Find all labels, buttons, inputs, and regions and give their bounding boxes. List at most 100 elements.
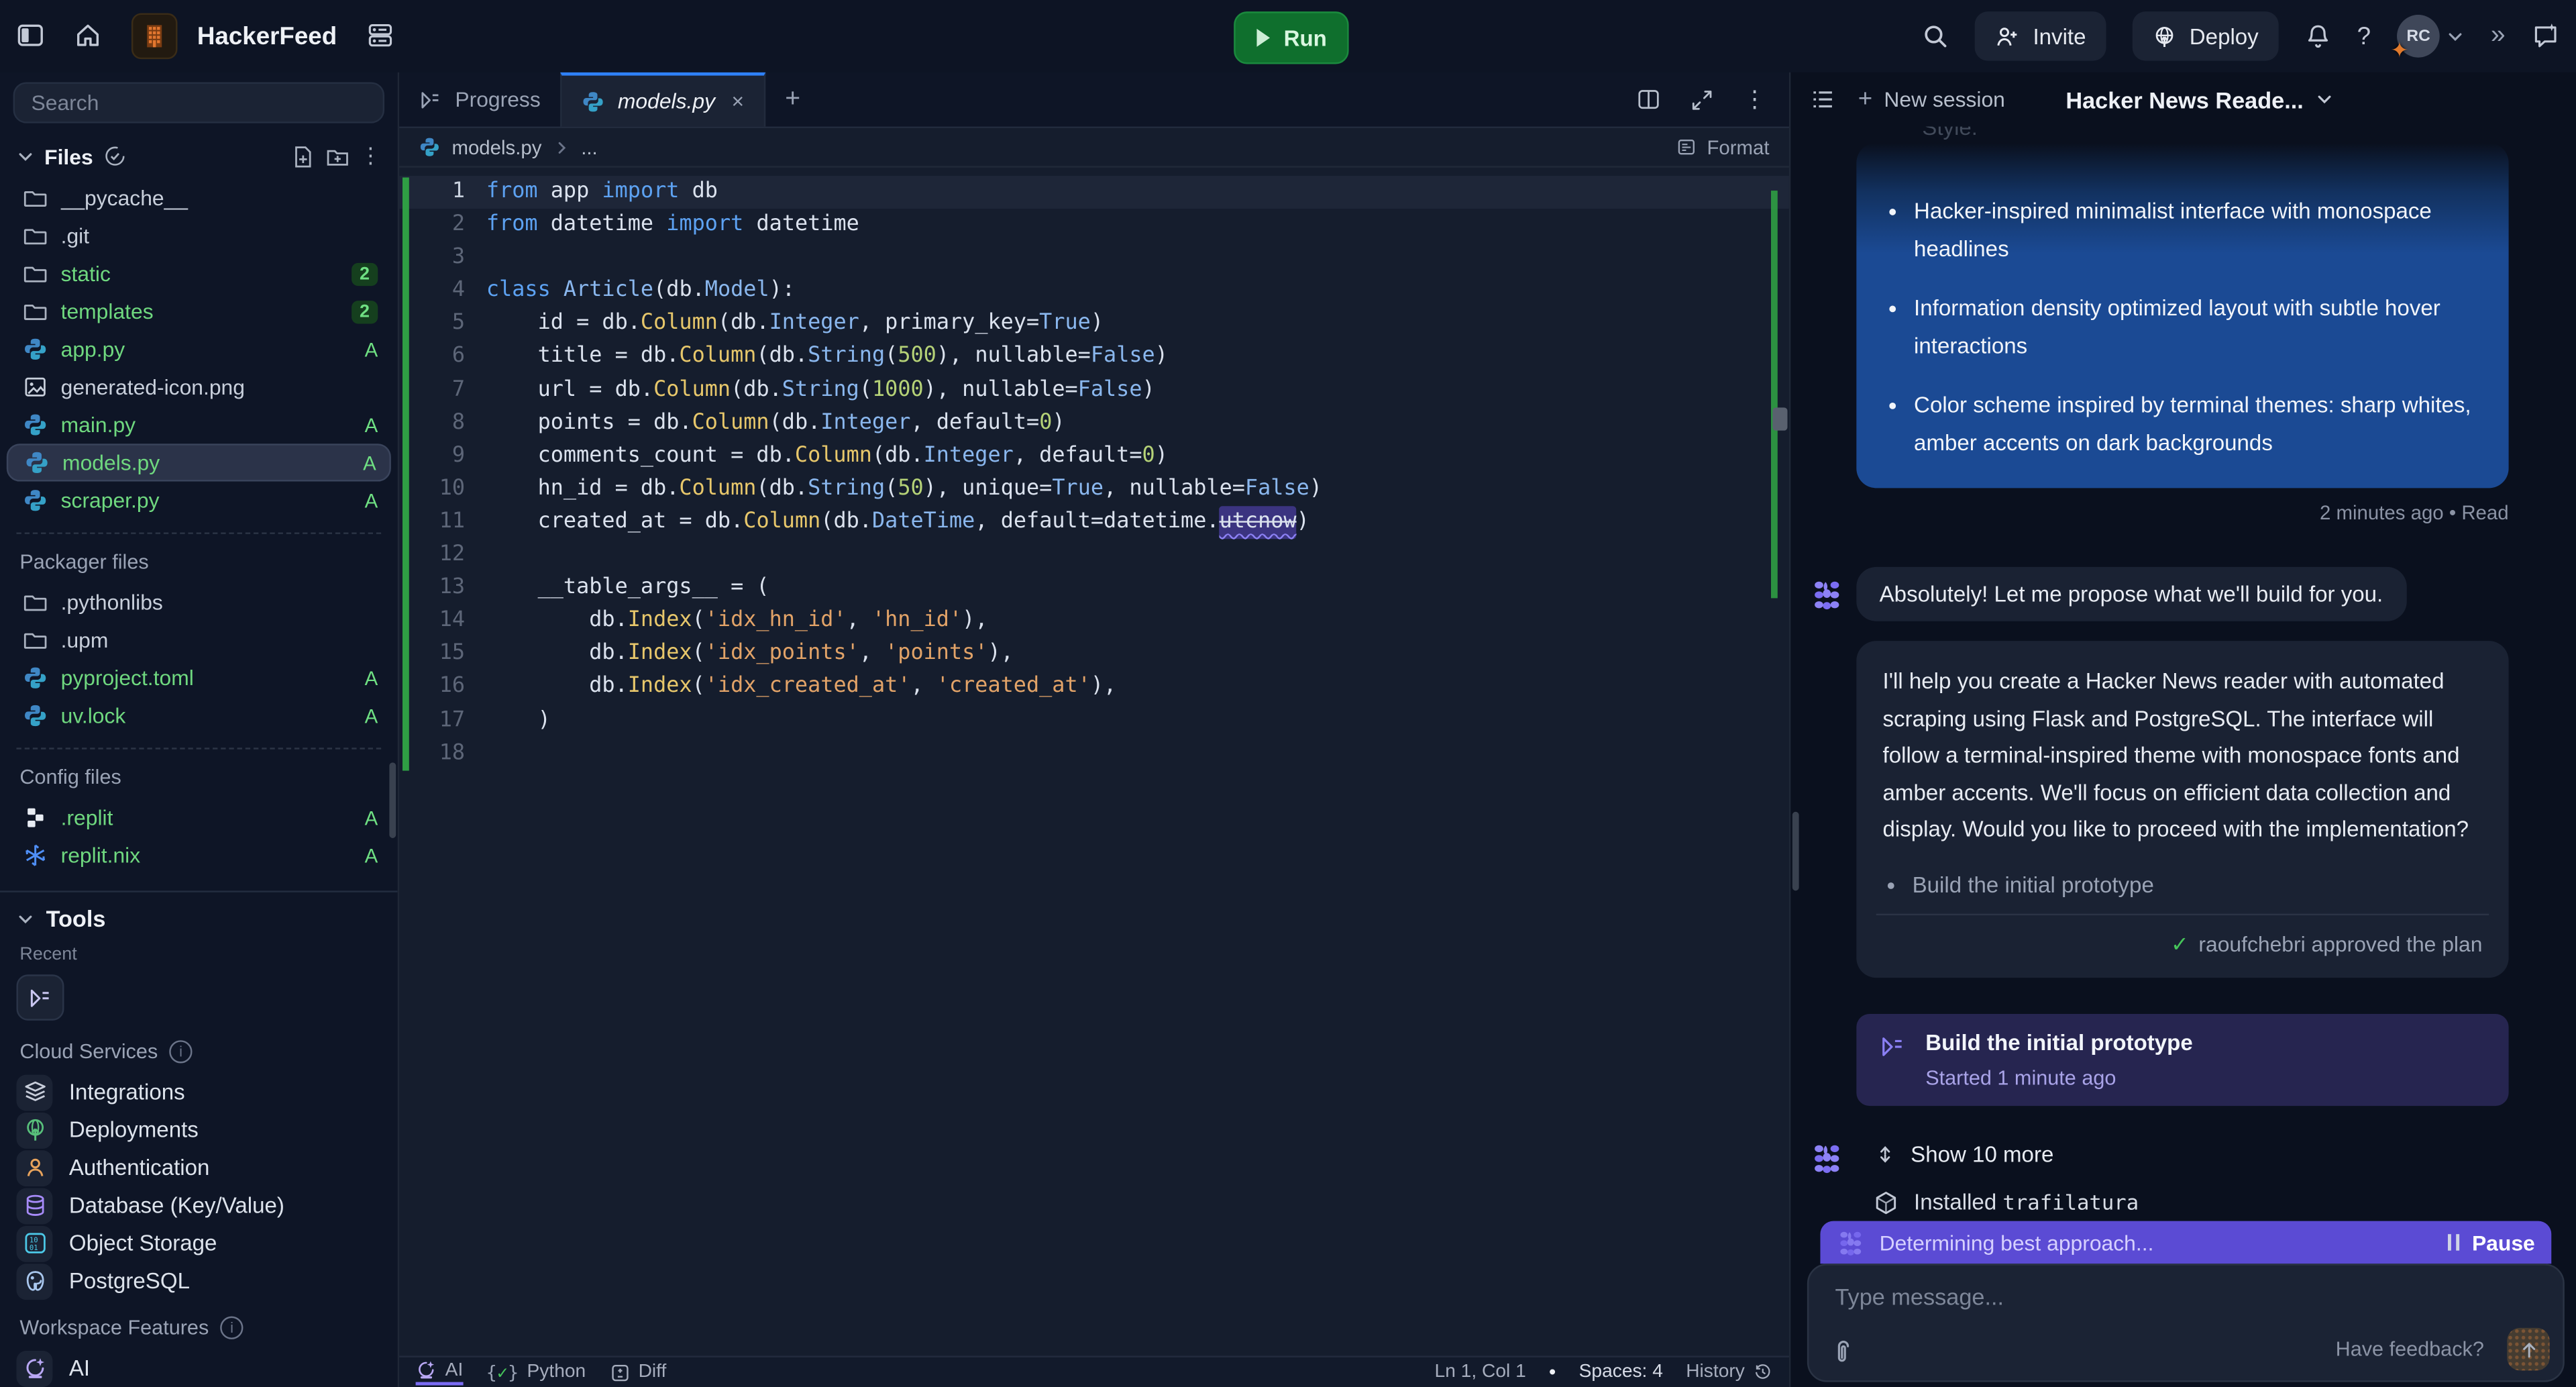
- code-line-14[interactable]: 14 db.Index('idx_hn_id', 'hn_id'),: [399, 605, 1789, 638]
- editor-menu-icon[interactable]: ⋮: [1743, 85, 1766, 113]
- search-icon[interactable]: [1923, 21, 1949, 51]
- feedback-link[interactable]: Have feedback?: [2336, 1337, 2484, 1360]
- sidebar-item-postgresql[interactable]: PostgreSQL: [0, 1262, 398, 1300]
- status-ai[interactable]: AI: [416, 1359, 464, 1385]
- assistant-chat-icon[interactable]: [2532, 21, 2560, 51]
- breadcrumb-more[interactable]: ...: [581, 136, 598, 158]
- file-row-__pycache__[interactable]: __pycache__: [7, 179, 391, 217]
- code-line-15[interactable]: 15 db.Index('idx_points', 'points'),: [399, 638, 1789, 671]
- chat-scrollbar[interactable]: [1792, 812, 1799, 891]
- file-row-templates[interactable]: templates2: [7, 293, 391, 330]
- file-row-.git[interactable]: .git: [7, 217, 391, 254]
- deploy-button[interactable]: Deploy: [2132, 11, 2278, 60]
- home-icon[interactable]: [74, 21, 102, 51]
- file-row-.pythonlibs[interactable]: .pythonlibs: [7, 584, 391, 621]
- expand-collapse-icon: [1873, 1141, 1898, 1166]
- code-line-4[interactable]: 4class Article(db.Model):: [399, 275, 1789, 308]
- notifications-icon[interactable]: [2304, 21, 2330, 51]
- file-row-app.py[interactable]: app.pyA: [7, 330, 391, 368]
- chat-scroll-area[interactable]: Style: Hacker-inspired minimalist interf…: [1790, 127, 2576, 1220]
- code-line-5[interactable]: 5 id = db.Column(db.Integer, primary_key…: [399, 308, 1789, 341]
- file-row-models.py[interactable]: models.pyA: [7, 444, 391, 481]
- attach-file-icon[interactable]: [1829, 1337, 1855, 1367]
- new-tab-button[interactable]: +: [765, 72, 820, 127]
- cursor-position[interactable]: Ln 1, Col 1: [1435, 1362, 1526, 1382]
- collapse-panel-icon[interactable]: »: [2491, 21, 2506, 51]
- code-line-12[interactable]: 12: [399, 539, 1789, 572]
- new-file-icon[interactable]: [290, 144, 315, 168]
- file-row-generated-icon.png[interactable]: generated-icon.png: [7, 368, 391, 406]
- code-line-1[interactable]: 1from app import db: [399, 176, 1789, 209]
- close-tab-icon[interactable]: ×: [731, 89, 744, 113]
- sidebar-item-deployments[interactable]: Deployments: [0, 1111, 398, 1149]
- sidebar-item-authentication[interactable]: Authentication: [0, 1149, 398, 1186]
- files-menu-icon[interactable]: ⋮: [360, 143, 381, 169]
- code-line-11[interactable]: 11 created_at = db.Column(db.DateTime, d…: [399, 506, 1789, 539]
- tab-progress[interactable]: Progress: [399, 72, 560, 127]
- indent-setting[interactable]: Spaces: 4: [1579, 1362, 1663, 1382]
- code-editor[interactable]: 1from app import db2from datetime import…: [399, 168, 1789, 1356]
- agent-avatar-icon: [1837, 1229, 1865, 1257]
- chevron-down-icon[interactable]: [16, 910, 34, 928]
- format-button[interactable]: Format: [1676, 136, 1770, 158]
- code-line-3[interactable]: 3: [399, 242, 1789, 274]
- pause-button[interactable]: Pause: [2448, 1230, 2534, 1255]
- code-lines[interactable]: 1from app import db2from datetime import…: [399, 176, 1789, 770]
- account-menu[interactable]: RC ✦: [2397, 15, 2464, 58]
- ai-icon: [416, 1359, 437, 1380]
- breadcrumb-file[interactable]: models.py: [451, 136, 541, 158]
- status-language[interactable]: {✓} Python: [486, 1362, 586, 1383]
- file-row-pyproject.toml[interactable]: pyproject.tomlA: [7, 659, 391, 697]
- code-line-7[interactable]: 7 url = db.Column(db.String(1000), nulla…: [399, 374, 1789, 407]
- sidebar-toggle-icon[interactable]: [16, 21, 44, 51]
- code-line-16[interactable]: 16 db.Index('idx_created_at', 'created_a…: [399, 671, 1789, 704]
- info-icon[interactable]: i: [220, 1317, 243, 1339]
- code-line-9[interactable]: 9 comments_count = db.Column(db.Integer,…: [399, 440, 1789, 473]
- tab-models-py[interactable]: models.py ×: [560, 72, 765, 127]
- session-list-icon[interactable]: [1811, 87, 1835, 112]
- code-line-6[interactable]: 6 title = db.Column(db.String(500), null…: [399, 341, 1789, 374]
- code-line-13[interactable]: 13 __table_args__ = (: [399, 572, 1789, 605]
- code-line-8[interactable]: 8 points = db.Column(db.Integer, default…: [399, 407, 1789, 440]
- status-diff[interactable]: Diff: [609, 1362, 667, 1383]
- file-row-uv.lock[interactable]: uv.lockA: [7, 697, 391, 735]
- file-row-replit.nix[interactable]: replit.nixA: [7, 837, 391, 874]
- run-button[interactable]: Run: [1234, 11, 1348, 64]
- sidebar-item-database-key-value-[interactable]: Database (Key/Value): [0, 1186, 398, 1224]
- file-row-main.py[interactable]: main.pyA: [7, 406, 391, 444]
- task-card[interactable]: Build the initial prototype Started 1 mi…: [1856, 1013, 2508, 1105]
- file-row-.replit[interactable]: .replitA: [7, 799, 391, 836]
- app-title[interactable]: HackerFeed: [197, 22, 337, 50]
- send-button[interactable]: [2507, 1328, 2550, 1371]
- sidebar-item-integrations[interactable]: Integrations: [0, 1073, 398, 1111]
- file-row-.upm[interactable]: .upm: [7, 621, 391, 659]
- check-circle-icon[interactable]: [103, 145, 125, 168]
- new-session-button[interactable]: + New session: [1858, 85, 2005, 113]
- file-row-static[interactable]: static2: [7, 255, 391, 293]
- code-line-18[interactable]: 18: [399, 737, 1789, 770]
- sidebar-scrollbar[interactable]: [389, 762, 396, 838]
- info-icon[interactable]: i: [169, 1040, 192, 1063]
- code-line-17[interactable]: 17 ): [399, 704, 1789, 737]
- search-input[interactable]: [13, 82, 384, 123]
- file-row-scraper.py[interactable]: scraper.pyA: [7, 482, 391, 519]
- sidebar-item-ai[interactable]: AI: [0, 1349, 398, 1387]
- app-icon[interactable]: [131, 13, 178, 60]
- code-line-2[interactable]: 2from datetime import datetime: [399, 209, 1789, 242]
- code-line-10[interactable]: 10 hn_id = db.Column(db.String(50), uniq…: [399, 473, 1789, 506]
- new-folder-icon[interactable]: [325, 144, 350, 168]
- show-more-row[interactable]: Show 10 more: [1790, 1141, 2576, 1166]
- editor-scrollbar[interactable]: [1772, 407, 1787, 430]
- history-button[interactable]: History: [1686, 1362, 1772, 1382]
- tab-bar: Progress models.py × + ⋮: [399, 72, 1789, 128]
- message-input[interactable]: [1832, 1280, 2540, 1329]
- expand-icon[interactable]: [1690, 88, 1713, 111]
- invite-button[interactable]: Invite: [1976, 11, 2106, 60]
- help-icon[interactable]: ?: [2357, 22, 2371, 50]
- chevron-down-icon[interactable]: [16, 147, 34, 165]
- split-view-icon[interactable]: [1636, 87, 1661, 112]
- session-title[interactable]: Hacker News Reade...: [2065, 87, 2333, 113]
- sidebar-item-object-storage[interactable]: Object Storage: [0, 1224, 398, 1262]
- recent-tool-progress[interactable]: [16, 974, 64, 1020]
- resource-status-icon[interactable]: [366, 21, 394, 51]
